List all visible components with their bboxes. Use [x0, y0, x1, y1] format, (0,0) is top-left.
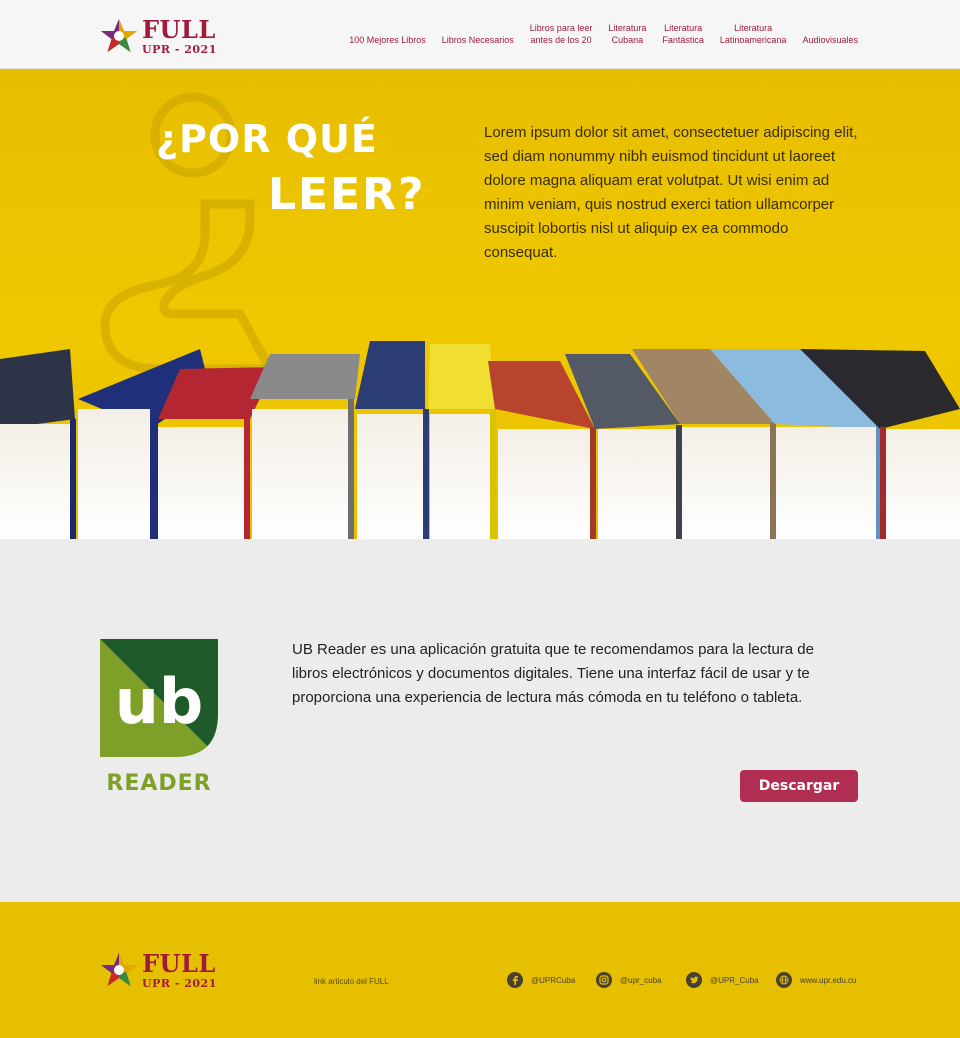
ub-logo-text: ub [115, 665, 204, 738]
ub-reader-logo: ub [100, 639, 218, 757]
star-logo-icon [101, 953, 137, 986]
facebook-icon [507, 972, 523, 988]
hero-title-line2: LEER? [268, 169, 426, 220]
star-logo-icon [101, 19, 137, 52]
social-twitter[interactable]: @UPR_Cuba [686, 972, 759, 988]
social-instagram[interactable]: @upr_cuba [596, 972, 661, 988]
nav-item-libros-antes-20[interactable]: Libros para leer antes de los 20 [530, 22, 593, 46]
hero-section: ¿POR QUÉ LEER? Lorem ipsum dolor sit ame… [0, 69, 960, 539]
nav-item-literatura-fantastica[interactable]: Literatura Fantástica [662, 22, 704, 46]
ub-reader-caption: READER [106, 771, 212, 796]
ub-reader-section: ub READER UB Reader es una aplicación gr… [0, 539, 960, 902]
footer-brand-name: FULL [142, 948, 216, 978]
site-footer: FULL UPR - 2021 link articulo del FULL @… [0, 902, 960, 1038]
books-row-image [0, 341, 960, 539]
website-url: www.upr.edu.cu [800, 975, 857, 985]
nav-item-literatura-cubana[interactable]: Literatura Cubana [608, 22, 646, 46]
ub-reader-description: UB Reader es una aplicación gratuita que… [292, 641, 814, 706]
hero-paragraph: Lorem ipsum dolor sit amet, consectetuer… [484, 124, 858, 261]
download-button[interactable]: Descargar [740, 770, 858, 802]
site-header: FULL UPR - 2021 100 Mejores Libros Libro… [0, 0, 960, 69]
main-nav: 100 Mejores Libros Libros Necesarios Lib… [349, 22, 858, 46]
twitter-handle: @UPR_Cuba [710, 975, 759, 985]
footer-article-link[interactable]: link articulo del FULL [314, 977, 389, 986]
footer-brand-logo[interactable]: FULL UPR - 2021 [100, 951, 217, 989]
brand-name: FULL [142, 14, 216, 44]
nav-item-libros-necesarios[interactable]: Libros Necesarios [442, 34, 514, 46]
brand-logo[interactable]: FULL UPR - 2021 [100, 17, 217, 55]
twitter-icon [686, 972, 702, 988]
nav-item-100-mejores-libros[interactable]: 100 Mejores Libros [349, 34, 426, 46]
brand-subtitle: UPR - 2021 [142, 42, 217, 56]
social-website[interactable]: www.upr.edu.cu [776, 972, 856, 988]
instagram-icon [596, 972, 612, 988]
hero-title-line1: ¿POR QUÉ [156, 117, 378, 161]
footer-brand-subtitle: UPR - 2021 [142, 976, 217, 990]
nav-item-literatura-latinoamericana[interactable]: Literatura Latinoamericana [720, 22, 787, 46]
instagram-handle: @upr_cuba [620, 975, 662, 985]
globe-icon [776, 972, 792, 988]
facebook-handle: @UPRCuba [531, 975, 576, 985]
nav-item-audiovisuales[interactable]: Audiovisuales [802, 34, 858, 46]
social-facebook[interactable]: @UPRCuba [507, 972, 575, 988]
